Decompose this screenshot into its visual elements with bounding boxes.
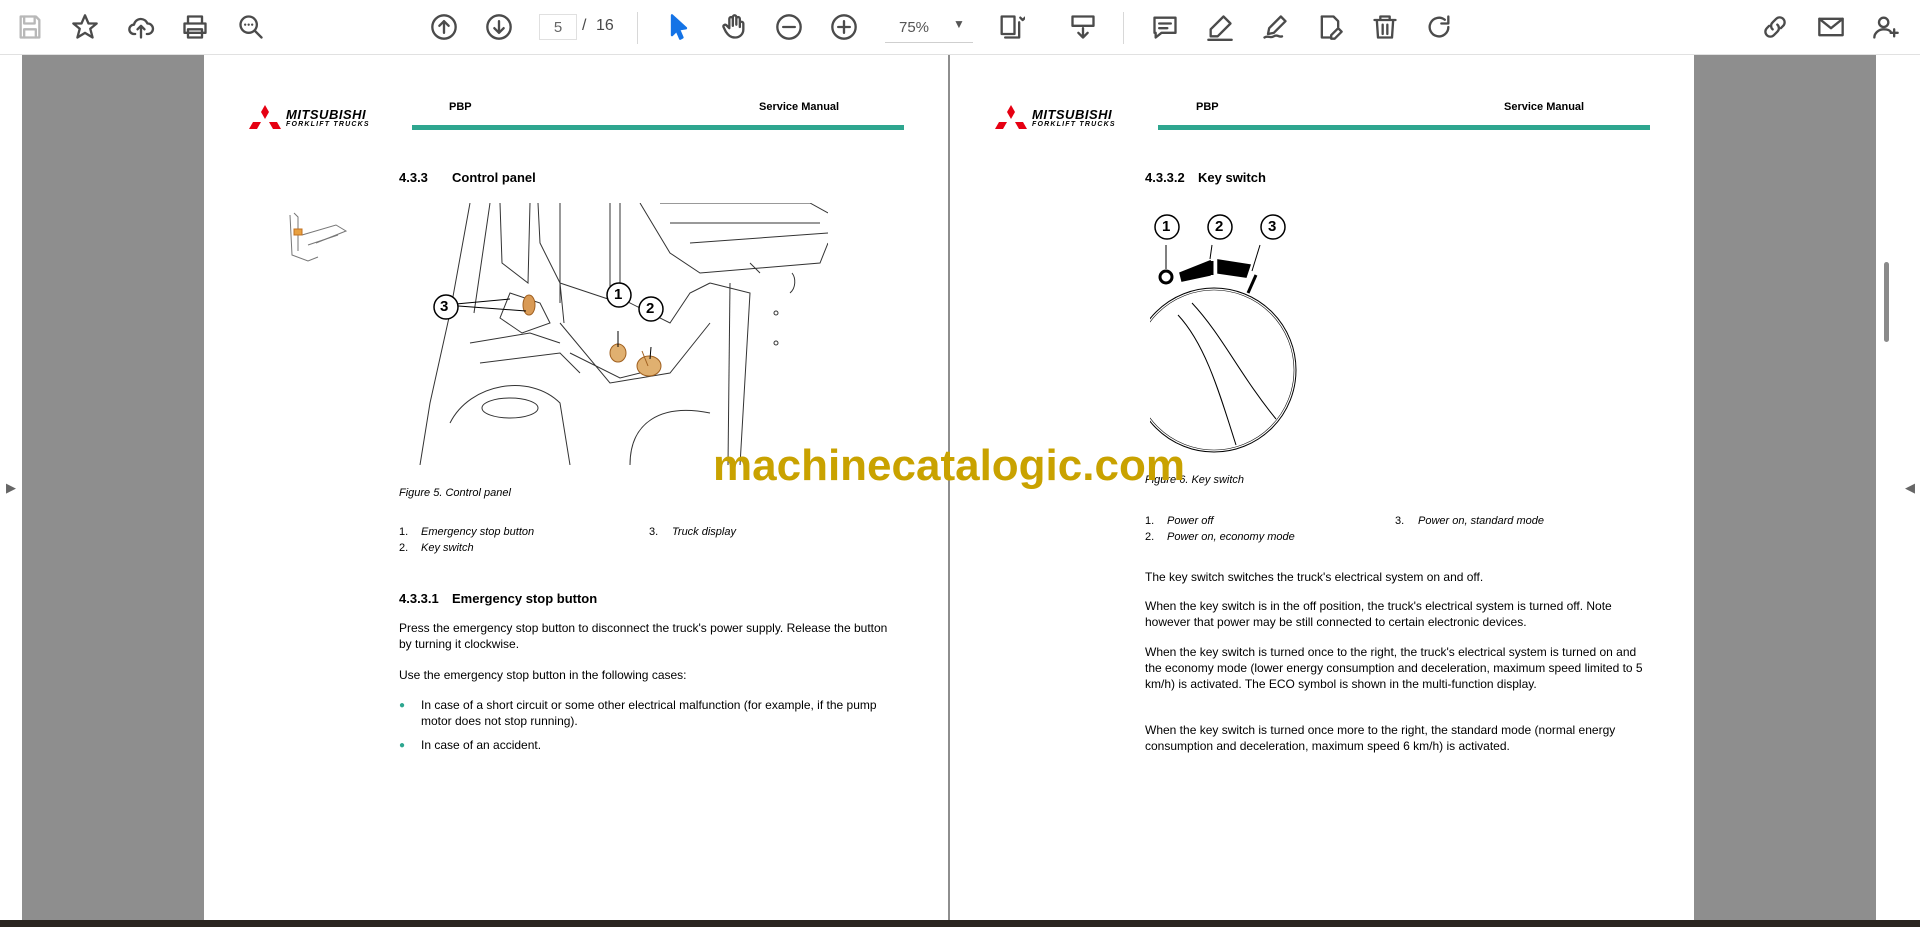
legend-item: Power on, standard mode (1418, 515, 1544, 527)
callout-2: 2 (646, 300, 655, 317)
legend-item: Key switch (421, 542, 474, 554)
toolbar-divider (1123, 12, 1124, 44)
brand-subtitle: FORKLIFT TRUCKS (1032, 121, 1116, 128)
callout-3: 3 (1268, 218, 1277, 235)
header-rule (412, 125, 904, 130)
vertical-scrollbar-thumb[interactable] (1884, 262, 1889, 342)
search-zoom-icon[interactable] (233, 9, 269, 45)
right-panel-collapsed[interactable]: ◀ (1876, 55, 1920, 920)
legend-number: 2. (399, 542, 409, 554)
expand-left-panel-icon[interactable]: ▶ (6, 480, 16, 496)
header-title: Service Manual (1504, 101, 1585, 113)
next-page-icon[interactable] (481, 9, 517, 45)
paragraph: Press the emergency stop button to disco… (399, 621, 888, 651)
legend-item: Emergency stop button (421, 526, 535, 538)
paragraph: When the key switch is turned once to th… (1145, 645, 1643, 691)
bullet-item: In case of a short circuit or some other… (421, 698, 877, 728)
page-total: 16 (596, 17, 614, 34)
toolbar-divider (637, 12, 638, 44)
legend-item: Power off (1167, 515, 1214, 527)
hand-pan-icon[interactable] (716, 9, 752, 45)
watermark-text: machinecatalogic.com (713, 441, 1185, 490)
bullet-item: In case of an accident. (421, 738, 542, 752)
callout-2: 2 (1215, 218, 1224, 235)
delete-trash-icon[interactable] (1367, 9, 1403, 45)
mitsubishi-logo (248, 105, 282, 136)
bullet-marker: ● (399, 740, 406, 751)
expand-right-panel-icon[interactable]: ◀ (1905, 480, 1915, 496)
section-number: 4.3.3 (399, 170, 428, 185)
paragraph: The key switch switches the truck's elec… (1145, 570, 1484, 584)
header-model: PBP (449, 101, 472, 113)
upload-cloud-icon[interactable] (123, 9, 159, 45)
left-panel-collapsed[interactable]: ▶ (0, 55, 22, 920)
paragraph: When the key switch is in the off positi… (1145, 599, 1612, 629)
legend-item: Power on, economy mode (1167, 531, 1295, 543)
fit-page-icon[interactable] (993, 9, 1029, 45)
paragraph: When the key switch is turned once more … (1145, 723, 1616, 753)
header-model: PBP (1196, 101, 1219, 113)
page-number-input[interactable]: 5 (539, 14, 577, 40)
bookmark-star-icon[interactable] (67, 9, 103, 45)
subsection-number: 4.3.3.1 (399, 591, 439, 606)
main-toolbar: 5 / 16 75% ▼ (0, 0, 1920, 55)
page-separator: / (582, 17, 587, 34)
paragraph: Use the emergency stop button in the fol… (399, 668, 687, 682)
legend-number: 2. (1145, 531, 1155, 543)
brand-name: MITSUBISHI (1032, 107, 1113, 122)
print-icon[interactable] (177, 9, 213, 45)
figure-caption: Figure 5. Control panel (399, 487, 511, 499)
zoom-value: 75% (899, 19, 930, 36)
callout-1: 1 (614, 286, 623, 303)
save-icon[interactable] (12, 9, 48, 45)
edit-fill-icon[interactable] (1312, 9, 1348, 45)
select-arrow-icon[interactable] (661, 9, 697, 45)
highlight-pen-icon[interactable] (1202, 9, 1238, 45)
legend-number: 1. (399, 526, 409, 538)
comment-icon[interactable] (1147, 9, 1183, 45)
add-user-icon[interactable] (1868, 9, 1904, 45)
control-panel-figure (410, 202, 829, 470)
zoom-in-icon[interactable] (826, 9, 862, 45)
callout-3: 3 (440, 298, 449, 315)
callout-1: 1 (1162, 218, 1171, 235)
bullet-marker: ● (399, 700, 406, 711)
header-rule (1158, 125, 1650, 130)
scroll-mode-icon[interactable] (1065, 9, 1101, 45)
section-title: Control panel (452, 170, 536, 185)
section-number: 4.3.3.2 (1145, 170, 1185, 185)
taskbar-strip (0, 920, 1920, 927)
email-icon[interactable] (1813, 9, 1849, 45)
zoom-dropdown[interactable]: 75% ▼ (885, 14, 973, 43)
chevron-down-icon: ▼ (953, 17, 965, 31)
share-link-icon[interactable] (1757, 9, 1793, 45)
rotate-icon[interactable] (1421, 9, 1457, 45)
legend-number: 1. (1145, 515, 1155, 527)
zoom-out-icon[interactable] (771, 9, 807, 45)
previous-page-icon[interactable] (426, 9, 462, 45)
truck-thumbnail-image (284, 205, 354, 280)
draw-sign-icon[interactable] (1257, 9, 1293, 45)
header-title: Service Manual (759, 101, 840, 113)
legend-number: 3. (1395, 515, 1405, 527)
subsection-title: Emergency stop button (452, 591, 598, 606)
section-title: Key switch (1198, 170, 1266, 185)
brand-subtitle: FORKLIFT TRUCKS (286, 121, 370, 128)
legend-number: 3. (649, 526, 659, 538)
brand-name: MITSUBISHI (286, 107, 367, 122)
legend-item: Truck display (672, 526, 736, 538)
mitsubishi-logo (994, 105, 1028, 136)
